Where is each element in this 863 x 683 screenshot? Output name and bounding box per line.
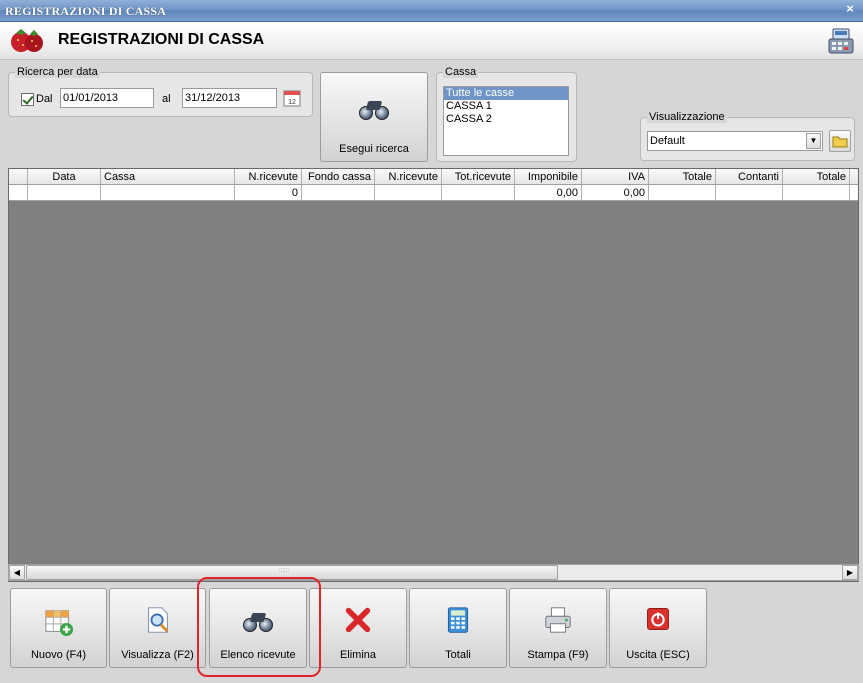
column-header-totale[interactable]: Totale	[649, 169, 716, 184]
scroll-grip: ::::::	[279, 568, 290, 574]
scroll-left-icon[interactable]: ◀	[9, 565, 25, 580]
table-cell	[716, 185, 783, 200]
column-header-contanti[interactable]: Contanti	[716, 169, 783, 184]
totals-button[interactable]: Totali	[409, 588, 507, 668]
table-cell	[9, 185, 28, 200]
power-icon	[647, 608, 669, 630]
table-cell: 0	[235, 185, 302, 200]
cassa-option[interactable]: CASSA 2	[444, 113, 568, 126]
cash-register-icon	[828, 28, 854, 54]
column-header-n-ricevute-2[interactable]: N.ricevute	[375, 169, 442, 184]
date-search-group: Ricerca per data Dal 01/01/2013 al 31/12…	[8, 66, 313, 117]
new-button[interactable]: Nuovo (F4)	[10, 588, 107, 668]
delete-button[interactable]: Elimina	[309, 588, 407, 668]
calculator-icon	[447, 607, 469, 633]
exit-button[interactable]: Uscita (ESC)	[609, 588, 707, 668]
print-button-label: Stampa (F9)	[527, 649, 589, 661]
chevron-down-icon[interactable]: ▼	[806, 133, 821, 149]
svg-text:12: 12	[288, 99, 296, 106]
date-search-legend: Ricerca per data	[15, 66, 100, 78]
calendar-icon[interactable]: 12	[283, 89, 301, 107]
cassa-option[interactable]: CASSA 1	[444, 100, 568, 113]
view-select[interactable]: Default ▼	[647, 131, 823, 151]
table-cell	[375, 185, 442, 200]
table-cell: 0,00	[582, 185, 649, 200]
from-date-checkbox[interactable]	[21, 93, 34, 106]
scroll-right-icon[interactable]: ▶	[842, 565, 858, 580]
column-header-totale-2[interactable]: Totale	[783, 169, 850, 184]
table-cell	[442, 185, 515, 200]
grid-add-icon	[44, 610, 73, 637]
table-cell	[101, 185, 235, 200]
cassa-listbox[interactable]: Tutte le casse CASSA 1 CASSA 2	[443, 86, 569, 156]
window-titlebar: REGISTRAZIONI DI CASSA ×	[0, 0, 863, 22]
table-header: Data Cassa N.ricevute Fondo cassa N.rice…	[9, 169, 858, 185]
search-button-label: Esegui ricerca	[339, 143, 409, 155]
folder-icon[interactable]	[829, 130, 851, 152]
from-date-field[interactable]: 01/01/2013	[60, 88, 154, 108]
view-group: Visualizzazione Default ▼	[640, 111, 855, 161]
table-cell: 0,00	[515, 185, 582, 200]
strawberry-logo-icon	[11, 29, 43, 52]
column-header-selector[interactable]	[9, 169, 28, 184]
binoculars-icon	[357, 99, 391, 121]
column-header-imponibile[interactable]: Imponibile	[515, 169, 582, 184]
view-select-value: Default	[650, 135, 685, 147]
registrations-table[interactable]: Data Cassa N.ricevute Fondo cassa N.rice…	[8, 168, 859, 582]
document-search-icon	[147, 607, 168, 633]
from-date-label: Dal	[36, 93, 53, 105]
column-header-tot-ricevute[interactable]: Tot.ricevute	[442, 169, 515, 184]
table-cell	[649, 185, 716, 200]
column-header-n-ricevute[interactable]: N.ricevute	[235, 169, 302, 184]
horizontal-scrollbar[interactable]: ◀ :::::: ▶	[8, 564, 859, 581]
red-x-icon	[345, 607, 371, 633]
column-header-data[interactable]: Data	[28, 169, 101, 184]
column-header-cassa[interactable]: Cassa	[101, 169, 235, 184]
totals-button-label: Totali	[445, 649, 471, 661]
close-icon[interactable]: ×	[843, 2, 857, 16]
table-cell	[783, 185, 850, 200]
printer-icon	[545, 607, 571, 633]
print-button[interactable]: Stampa (F9)	[509, 588, 607, 668]
window-title: REGISTRAZIONI DI CASSA	[5, 4, 167, 18]
table-cell	[302, 185, 375, 200]
view-legend: Visualizzazione	[647, 111, 727, 123]
search-button[interactable]: Esegui ricerca	[320, 72, 428, 162]
exit-button-label: Uscita (ESC)	[626, 649, 690, 661]
column-header-fondo-cassa[interactable]: Fondo cassa	[302, 169, 375, 184]
table-row[interactable]: 0 0,00 0,00	[9, 185, 858, 201]
view-button[interactable]: Visualizza (F2)	[109, 588, 206, 668]
delete-button-label: Elimina	[339, 649, 377, 661]
cassa-group: Cassa Tutte le casse CASSA 1 CASSA 2	[436, 66, 577, 162]
view-button-label: Visualizza (F2)	[121, 649, 194, 661]
column-header-iva[interactable]: IVA	[582, 169, 649, 184]
cassa-legend: Cassa	[443, 66, 479, 78]
page-title: REGISTRAZIONI DI CASSA	[58, 31, 265, 48]
to-date-field[interactable]: 31/12/2013	[182, 88, 277, 108]
highlight-box	[197, 577, 321, 677]
cassa-option[interactable]: Tutte le casse	[444, 87, 568, 100]
new-button-label: Nuovo (F4)	[30, 649, 87, 661]
table-cell	[28, 185, 101, 200]
to-date-label: al	[162, 93, 171, 105]
page-header: REGISTRAZIONI DI CASSA	[0, 22, 863, 60]
